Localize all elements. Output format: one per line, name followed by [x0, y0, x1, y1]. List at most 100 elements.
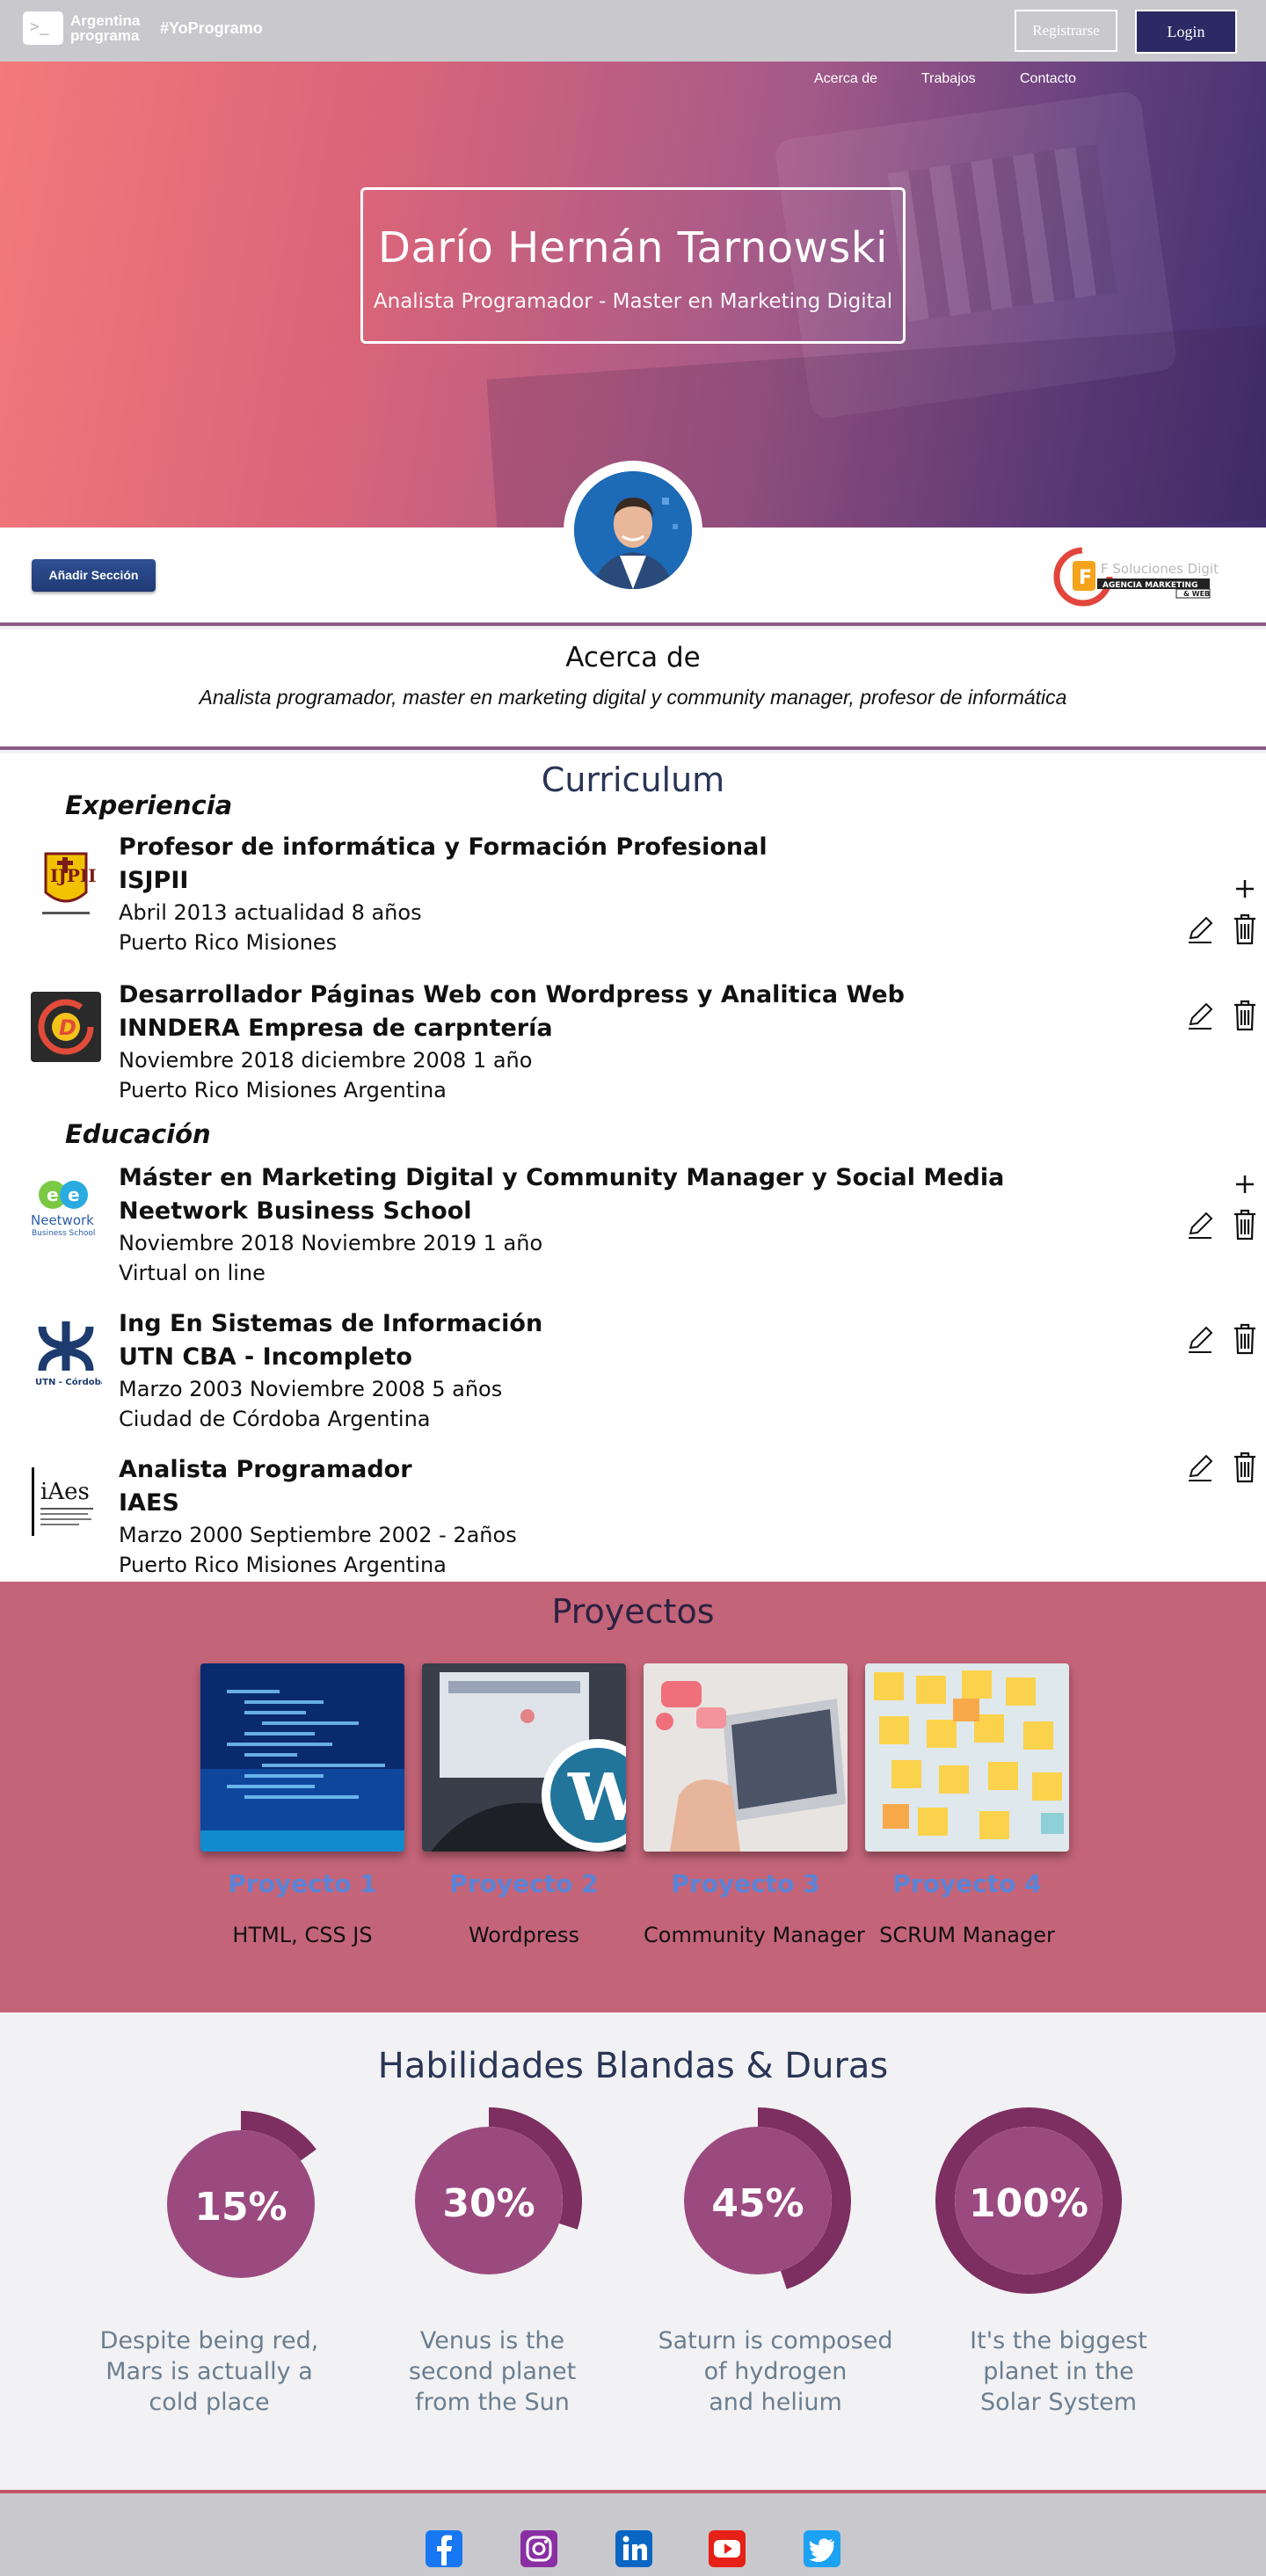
svg-text:F Soluciones Digitales: F Soluciones Digitales: [1101, 561, 1219, 577]
skill-description: Saturn is composed of hydrogen and heliu…: [658, 2327, 893, 2416]
add-section-button[interactable]: Añadir Sección: [32, 559, 156, 592]
skill-percent: 30%: [442, 2181, 535, 2226]
experience-title: Profesor de informática y Formación Prof…: [119, 833, 768, 861]
project-image-wordpress: W: [422, 1663, 626, 1852]
login-button[interactable]: Login: [1135, 10, 1237, 54]
project-description: Community Manager: [644, 1923, 865, 1947]
trash-icon[interactable]: [1231, 1450, 1259, 1485]
footer: [0, 2490, 1266, 2576]
isjpii-logo: IJPII: [30, 848, 102, 921]
skill-percent: 100%: [969, 2181, 1088, 2226]
project-title[interactable]: Proyecto 1: [200, 1869, 404, 1898]
add-education-icon[interactable]: [1234, 1174, 1255, 1195]
svg-text:e: e: [47, 1184, 59, 1205]
nav-works-link[interactable]: Trabajos: [921, 71, 976, 87]
svg-text:& WEB: & WEB: [1183, 590, 1210, 598]
about-text: Analista programador, master en marketin…: [199, 686, 1067, 709]
skill-description: Venus is the second planet from the Sun: [408, 2327, 577, 2416]
trash-icon[interactable]: [1231, 998, 1259, 1033]
curriculum-section: Curriculum Experiencia IJPII Profesor de…: [0, 753, 1266, 1582]
experience-org: INNDERA Empresa de carpntería: [119, 1015, 553, 1042]
add-experience-icon[interactable]: [1234, 878, 1255, 899]
education-title: Analista Programador: [119, 1456, 412, 1483]
twitter-icon[interactable]: [804, 2530, 840, 2567]
project-image-social: [644, 1663, 848, 1852]
project-title[interactable]: Proyecto 4: [865, 1869, 1069, 1898]
project-card[interactable]: Proyecto 3 Community Manager: [644, 1663, 865, 1947]
project-card[interactable]: Proyecto 4 SCRUM Manager: [865, 1663, 1069, 1947]
education-period: Marzo 2000 Septiembre 2002 - 2años: [119, 1523, 517, 1547]
experience-place: Puerto Rico Misiones Argentina: [119, 1078, 447, 1102]
brand-logo[interactable]: >_ Argentina programa: [23, 11, 149, 45]
education-org: UTN CBA - Incompleto: [119, 1343, 412, 1371]
facebook-icon[interactable]: [426, 2530, 462, 2567]
skill-donut: 45%: [684, 2107, 851, 2289]
skill-percent: 15%: [194, 2185, 287, 2230]
education-title: Ing En Sistemas de Información: [119, 1310, 543, 1337]
skills-section: Habilidades Blandas & Duras 15% Despite …: [0, 2012, 1266, 2490]
edit-icon[interactable]: [1185, 1325, 1215, 1355]
hashtag-link[interactable]: #YoProgramo: [160, 19, 263, 38]
svg-text:iAes: iAes: [40, 1479, 90, 1505]
education-place: Ciudad de Córdoba Argentina: [119, 1407, 431, 1431]
skill-donut: 15%: [167, 2111, 316, 2278]
education-place: Puerto Rico Misiones Argentina: [119, 1553, 447, 1577]
about-section: Acerca de Analista programador, master e…: [0, 629, 1266, 750]
project-title[interactable]: Proyecto 3: [644, 1869, 848, 1898]
project-description: SCRUM Manager: [879, 1923, 1055, 1947]
trash-icon[interactable]: [1231, 1321, 1259, 1357]
projects-title: Proyectos: [551, 1592, 715, 1631]
youtube-icon[interactable]: [709, 2530, 746, 2567]
iaes-logo: iAes: [30, 1466, 102, 1538]
svg-text:F: F: [1079, 567, 1092, 589]
trash-icon[interactable]: [1231, 912, 1259, 947]
linkedin-icon[interactable]: [615, 2530, 652, 2567]
register-button[interactable]: Registrarse: [1015, 10, 1117, 52]
name-card: Darío Hernán Tarnowski Analista Programa…: [360, 187, 906, 344]
inndera-logo: D: [30, 991, 102, 1063]
avatar[interactable]: [564, 461, 702, 600]
avatar-photo: [574, 471, 692, 589]
terminal-icon: >_: [23, 11, 63, 45]
brand-name-line1: Argentina: [70, 12, 141, 29]
experience-title: Desarrollador Páginas Web con Wordpress …: [119, 981, 905, 1008]
edit-icon[interactable]: [1185, 1001, 1215, 1031]
svg-text:Business School: Business School: [32, 1229, 95, 1238]
edit-icon[interactable]: [1185, 915, 1215, 945]
education-org: IAES: [119, 1489, 179, 1517]
svg-text:e: e: [68, 1184, 80, 1205]
hero-background-screen: [887, 144, 1117, 322]
person-subtitle: Analista Programador - Master en Marketi…: [373, 290, 893, 313]
instagram-icon[interactable]: [520, 2530, 557, 2567]
skills-title: Habilidades Blandas & Duras: [377, 2046, 889, 2086]
about-title: Acerca de: [565, 642, 701, 673]
edit-icon[interactable]: [1185, 1211, 1215, 1241]
education-title: Máster en Marketing Digital y Community …: [119, 1164, 1005, 1191]
edit-icon[interactable]: [1185, 1453, 1215, 1483]
project-card[interactable]: Proyecto 1 HTML, CSS JS: [200, 1663, 404, 1947]
top-bar: >_ Argentina programa #YoProgramo Regist…: [0, 0, 1266, 62]
education-period: Marzo 2003 Noviembre 2008 5 años: [119, 1377, 503, 1401]
hero-banner: Acerca de Trabajos Contacto Darío Hernán…: [0, 62, 1266, 528]
education-place: Virtual on line: [119, 1261, 266, 1285]
project-card[interactable]: W Proyecto 2 Wordpress: [422, 1663, 626, 1947]
trash-icon[interactable]: [1231, 1207, 1259, 1242]
education-org: Neetwork Business School: [119, 1197, 472, 1225]
project-description: HTML, CSS JS: [232, 1923, 373, 1947]
person-name: Darío Hernán Tarnowski: [378, 223, 888, 273]
brand-name-line2: programa: [70, 27, 140, 44]
skill-donut: 30%: [415, 2107, 582, 2274]
experience-place: Puerto Rico Misiones: [119, 930, 338, 955]
skill-description: It's the biggest planet in the Solar Sys…: [970, 2327, 1147, 2416]
skill-description: Despite being red, Mars is actually a co…: [99, 2327, 319, 2416]
nav-about-link[interactable]: Acerca de: [814, 71, 877, 87]
sponsor-logo: F F Soluciones Digitales AGENCIA MARKETI…: [1051, 542, 1246, 611]
experience-period: Abril 2013 actualidad 8 años: [119, 900, 422, 925]
utn-logo: UTN - Córdoba: [30, 1318, 107, 1390]
nav-contact-link[interactable]: Contacto: [1020, 71, 1076, 87]
skill-donut: 100%: [935, 2107, 1122, 2294]
experience-period: Noviembre 2018 diciembre 2008 1 año: [119, 1048, 533, 1073]
experience-heading: Experiencia: [65, 790, 233, 820]
projects-section: Proyectos Proyecto 1 HTML, CSS JS W Proy…: [0, 1582, 1266, 2012]
project-title[interactable]: Proyecto 2: [422, 1869, 626, 1898]
